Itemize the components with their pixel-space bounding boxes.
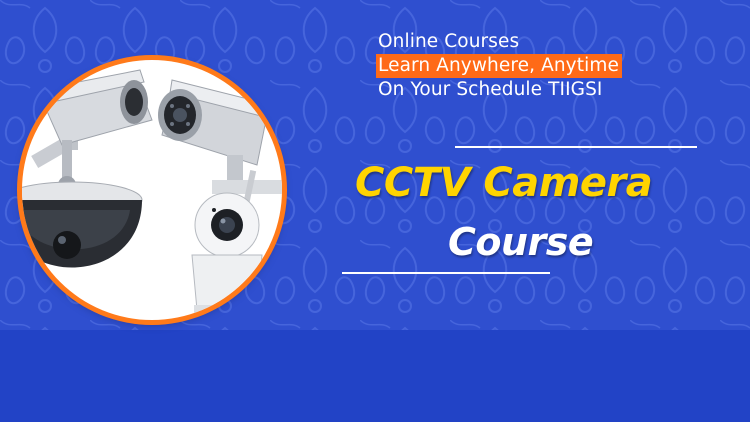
tagline-line-2-wrap: Learn Anywhere, Anytime	[376, 54, 622, 78]
cctv-cameras-image	[22, 60, 282, 320]
tagline: Online Courses Learn Anywhere, Anytime O…	[376, 30, 622, 102]
course-banner: Online Courses Learn Anywhere, Anytime O…	[0, 0, 750, 422]
dome-camera-icon	[22, 181, 143, 268]
tagline-line-3: On Your Schedule TIIGSI	[378, 79, 603, 100]
tagline-line-1: Online Courses	[378, 31, 520, 52]
course-title-line-2: Course	[448, 220, 594, 264]
divider-bottom	[342, 272, 550, 274]
tagline-highlight: Learn Anywhere, Anytime	[376, 54, 622, 78]
bottom-band	[0, 330, 750, 422]
course-title-line-1: CCTV Camera	[355, 160, 653, 206]
divider-top	[455, 146, 697, 148]
